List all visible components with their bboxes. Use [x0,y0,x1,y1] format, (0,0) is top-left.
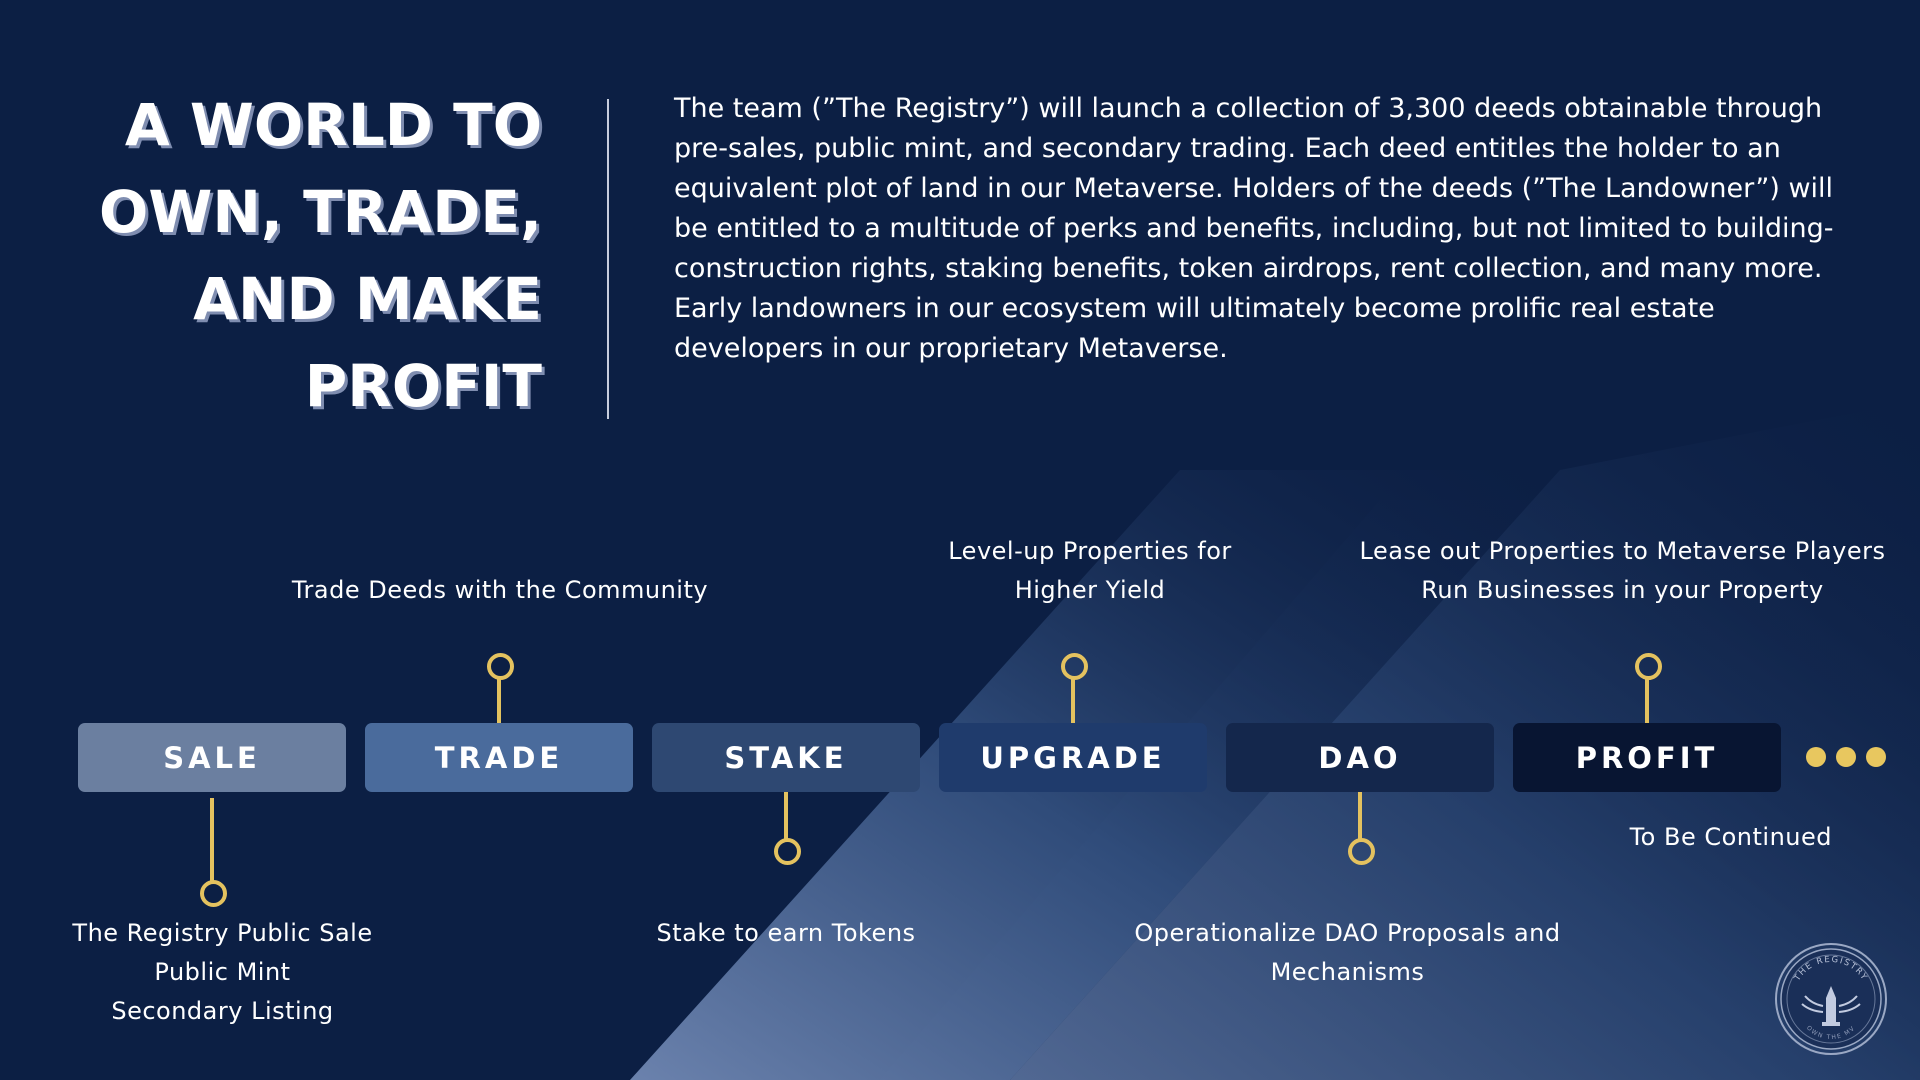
continuation-dot [1836,747,1856,767]
connector-line-upgrade [1071,676,1075,723]
caption-profit: Lease out Properties to Metaverse Player… [1330,532,1915,610]
step-stake: STAKE [652,723,920,792]
caption-line: Run Businesses in your Property [1421,576,1824,604]
caption-dao: Operationalize DAO Proposals and Mechani… [1090,914,1605,992]
vertical-divider [607,99,609,419]
connector-line-trade [497,676,501,723]
caption-to-be-continued: To Be Continued [1629,823,1832,851]
step-upgrade: UPGRADE [939,723,1207,792]
step-dao: DAO [1226,723,1494,792]
step-trade: TRADE [365,723,633,792]
step-profit: PROFIT [1513,723,1781,792]
caption-line: Stake to earn Tokens [656,919,916,947]
headline-line: AND MAKE [193,265,542,333]
caption-line: Mechanisms [1270,958,1425,986]
caption-line: Public Mint [154,958,291,986]
caption-line: Lease out Properties to Metaverse Player… [1359,537,1886,565]
continuation-dot [1866,747,1886,767]
connector-line-dao [1358,792,1362,842]
registry-seal-logo: THE REGISTRY OWN THE MV [1775,943,1887,1055]
caption-line: Operationalize DAO Proposals and [1134,919,1561,947]
connector-ring-sale [200,880,227,907]
connector-line-sale [210,798,214,884]
caption-stake: Stake to earn Tokens [600,914,972,953]
headline-line: PROFIT [304,352,542,420]
connector-ring-dao [1348,838,1375,865]
intro-paragraph: The team (”The Registry”) will launch a … [674,93,1834,364]
headline-line: A WORLD TO [124,91,542,159]
caption-upgrade: Level-up Properties for Higher Yield [900,532,1280,610]
caption-sale: The Registry Public Sale Public Mint Sec… [30,914,415,1031]
continuation-dot [1806,747,1826,767]
connector-ring-stake [774,838,801,865]
caption-line: The Registry Public Sale [72,919,373,947]
caption-line: Higher Yield [1014,576,1166,604]
caption-line: Secondary Listing [111,997,334,1025]
headline-line: OWN, TRADE, [99,178,542,246]
caption-line: Level-up Properties for [948,537,1232,565]
step-sale: SALE [78,723,346,792]
headline: A WORLD TO OWN, TRADE, AND MAKE PROFIT [22,82,542,430]
caption-line: Trade Deeds with the Community [291,576,709,604]
caption-trade: Trade Deeds with the Community [270,571,730,610]
connector-line-profit [1645,676,1649,723]
connector-line-stake [784,792,788,842]
